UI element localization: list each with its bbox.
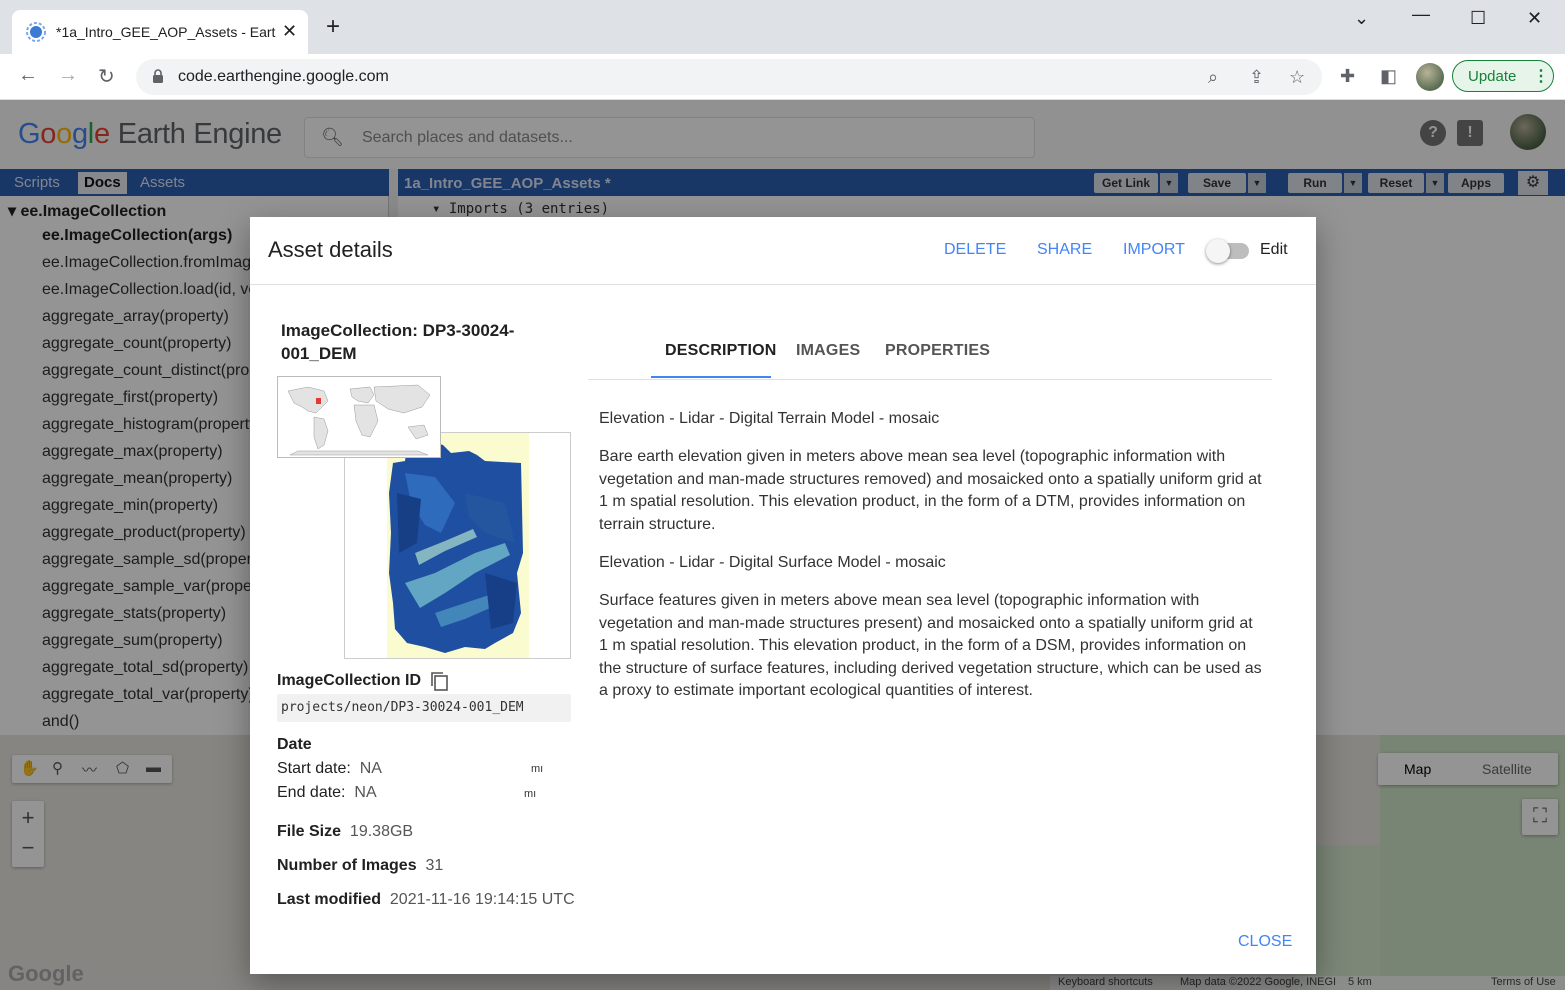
- lock-icon: [153, 69, 163, 83]
- stray-mark: mı: [531, 763, 544, 775]
- copy-icon[interactable]: [429, 670, 451, 692]
- edit-label: Edit: [1260, 241, 1288, 258]
- close-button[interactable]: CLOSE: [1238, 933, 1292, 951]
- extensions-icon[interactable]: ✚: [1340, 66, 1355, 87]
- browser-tab-strip: *1a_Intro_GEE_AOP_Assets - Earth Engine …: [0, 0, 1565, 54]
- maximize-icon[interactable]: ☐: [1470, 8, 1486, 29]
- date-label: Date: [277, 736, 312, 753]
- browser-toolbar: ← → ↻ code.earthengine.google.com ⌕ ⇪ ☆ …: [0, 54, 1565, 100]
- share-icon[interactable]: ⇪: [1249, 67, 1264, 88]
- more-menu-icon[interactable]: ⋮: [1533, 66, 1549, 86]
- minimize-icon[interactable]: —: [1412, 4, 1430, 25]
- tab-properties[interactable]: PROPERTIES: [885, 342, 990, 360]
- url-text: code.earthengine.google.com: [178, 68, 389, 85]
- stray-mark: mı: [524, 788, 537, 800]
- tab-close-icon[interactable]: ✕: [282, 21, 297, 42]
- update-label: Update: [1468, 68, 1517, 85]
- star-icon[interactable]: ☆: [1289, 67, 1305, 88]
- zoom-icon[interactable]: ⌕: [1208, 67, 1218, 88]
- forward-icon[interactable]: →: [58, 64, 78, 87]
- description-paragraph-dsm: Surface features given in meters above m…: [599, 592, 1262, 700]
- profile-avatar[interactable]: [1416, 63, 1444, 91]
- end-date: End date: NA: [277, 784, 377, 801]
- tab-search-icon[interactable]: ⌄: [1354, 8, 1369, 29]
- description-paragraph-dtm: Bare earth elevation given in meters abo…: [599, 448, 1262, 533]
- collection-thumbnail: [344, 432, 571, 659]
- collection-id-field[interactable]: projects/neon/DP3-30024-001_DEM: [277, 694, 571, 722]
- import-button[interactable]: IMPORT: [1123, 241, 1185, 259]
- description-heading-dtm: Elevation - Lidar - Digital Terrain Mode…: [599, 410, 940, 427]
- window-close-icon[interactable]: ✕: [1527, 8, 1542, 29]
- side-panel-icon[interactable]: ◧: [1380, 66, 1397, 87]
- plus-icon[interactable]: +: [326, 15, 340, 39]
- reload-icon[interactable]: ↻: [98, 64, 115, 89]
- tab-description[interactable]: DESCRIPTION: [665, 342, 777, 360]
- update-button[interactable]: Update ⋮: [1452, 60, 1554, 92]
- dialog-divider: [250, 284, 1316, 285]
- tab-title: *1a_Intro_GEE_AOP_Assets - Earth Engine …: [56, 24, 276, 40]
- back-icon[interactable]: ←: [18, 64, 38, 87]
- collection-id-label: ImageCollection ID: [277, 672, 422, 689]
- start-date: Start date: NA: [277, 760, 382, 777]
- asset-details-dialog: Asset details DELETE SHARE IMPORT Edit I…: [250, 217, 1316, 974]
- address-bar[interactable]: code.earthengine.google.com ⌕ ⇪ ☆: [136, 59, 1322, 95]
- share-button[interactable]: SHARE: [1037, 241, 1092, 259]
- file-size: File Size 19.38GB: [277, 823, 414, 840]
- collection-id-value: projects/neon/DP3-30024-001_DEM: [281, 700, 524, 715]
- edit-toggle-knob[interactable]: [1206, 239, 1230, 263]
- active-tab-indicator: [651, 376, 771, 378]
- dialog-title: Asset details: [268, 237, 393, 262]
- earth-engine-favicon-icon: [26, 22, 46, 42]
- browser-tab[interactable]: *1a_Intro_GEE_AOP_Assets - Earth Engine …: [12, 10, 308, 54]
- tabs-divider: [588, 379, 1272, 380]
- tab-images[interactable]: IMAGES: [796, 342, 860, 360]
- world-locator-map: [277, 376, 441, 458]
- screen: { "browser": { "tab_title": "*1a_Intro_G…: [0, 0, 1565, 990]
- dem-preview-image: [387, 433, 529, 658]
- last-modified: Last modified 2021-11-16 19:14:15 UTC: [277, 891, 575, 908]
- collection-title: ImageCollection: DP3-30024-001_DEM: [281, 321, 515, 363]
- delete-button[interactable]: DELETE: [944, 241, 1006, 259]
- number-of-images: Number of Images 31: [277, 857, 444, 874]
- world-map-image: [278, 377, 440, 457]
- description-heading-dsm: Elevation - Lidar - Digital Surface Mode…: [599, 554, 946, 571]
